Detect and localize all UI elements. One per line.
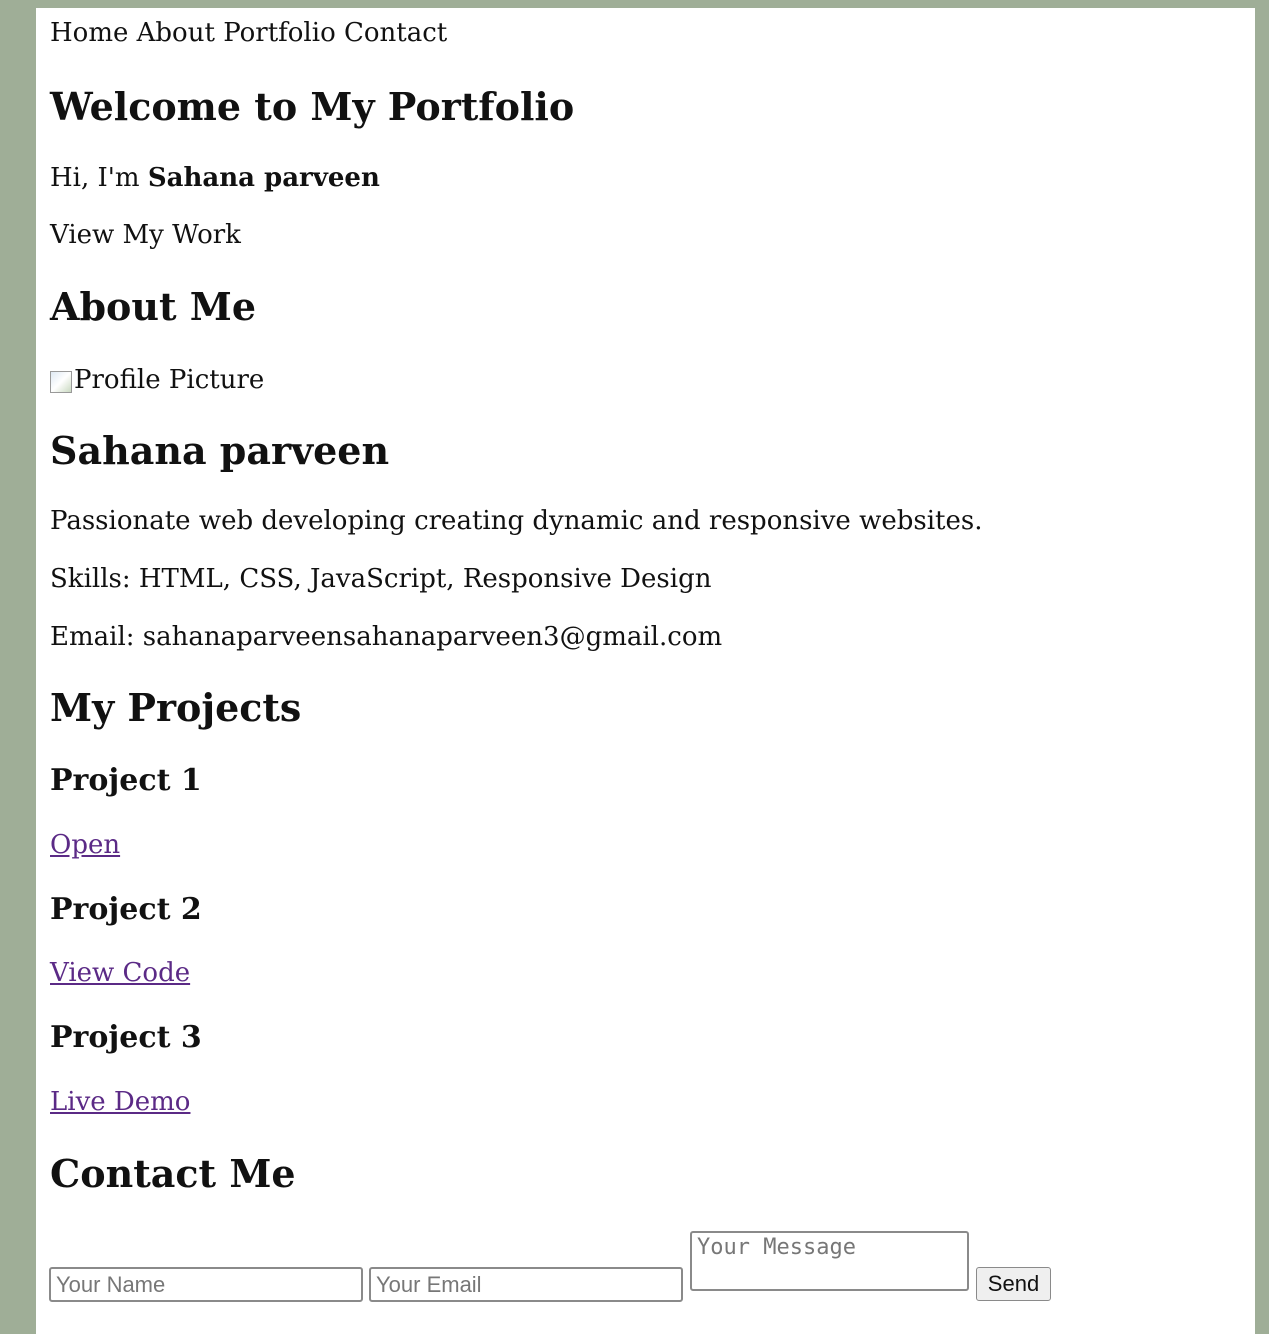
nav-link-portfolio[interactable]: Portfolio: [223, 18, 336, 48]
projects-heading: My Projects: [50, 685, 302, 730]
nav-link-home[interactable]: Home: [50, 18, 128, 48]
contact-email-input[interactable]: [369, 1267, 683, 1302]
about-heading: About Me: [50, 284, 257, 329]
hero-greeting: Hi, I'm Sahana parveen: [50, 163, 380, 193]
nav-link-contact[interactable]: Contact: [344, 18, 447, 48]
about-bio: Passionate web developing creating dynam…: [50, 506, 983, 536]
contact-heading: Contact Me: [50, 1151, 296, 1196]
page-container: Home About Portfolio Contact Welcome to …: [36, 8, 1255, 1334]
main-nav: Home About Portfolio Contact: [50, 18, 447, 48]
project-1-open-link[interactable]: Open: [50, 830, 120, 860]
project-3-live-demo-link[interactable]: Live Demo: [50, 1087, 190, 1117]
send-button[interactable]: Send: [976, 1267, 1051, 1301]
contact-name-input[interactable]: [49, 1267, 363, 1302]
broken-image-icon: [50, 371, 72, 393]
project-2-view-code-link[interactable]: View Code: [50, 958, 190, 988]
profile-picture-alt: Profile Picture: [74, 365, 265, 395]
contact-message-textarea[interactable]: [690, 1231, 969, 1291]
greeting-prefix: Hi, I'm: [50, 163, 148, 193]
nav-link-about[interactable]: About: [137, 18, 215, 48]
greeting-name: Sahana parveen: [147, 163, 380, 193]
about-name: Sahana parveen: [50, 428, 390, 473]
project-1-title: Project 1: [50, 763, 202, 798]
about-skills: Skills: HTML, CSS, JavaScript, Responsiv…: [50, 564, 712, 594]
project-2-title: Project 2: [50, 892, 202, 927]
hero-title: Welcome to My Portfolio: [50, 84, 575, 129]
view-work-cta: View My Work: [50, 220, 241, 250]
profile-picture: Profile Picture: [50, 365, 264, 395]
project-3-title: Project 3: [50, 1020, 202, 1055]
about-email: Email: sahanaparveensahanaparveen3@gmail…: [50, 622, 723, 652]
